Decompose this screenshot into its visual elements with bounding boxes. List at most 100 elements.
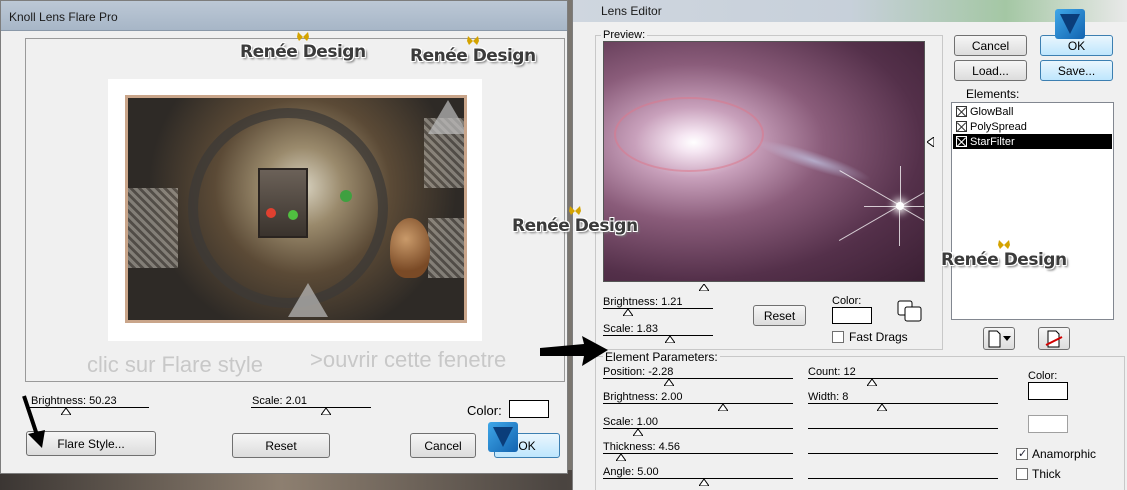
right-window-titlebar[interactable]: Lens Editor (573, 0, 1127, 22)
thick-label: Thick (1032, 467, 1061, 481)
param-scale-track[interactable] (603, 428, 793, 429)
width-track[interactable] (808, 403, 998, 404)
element-label: GlowBall (970, 105, 1014, 118)
delete-element-button[interactable] (1038, 327, 1070, 350)
preview-canvas (108, 79, 482, 341)
position-track[interactable] (603, 378, 793, 379)
thickness-track[interactable] (603, 453, 793, 454)
watermark-text: Renée Design (240, 42, 366, 62)
width-thumb[interactable] (877, 404, 887, 411)
position-label: Position: -2.28 (603, 366, 674, 378)
art-light-red (266, 208, 276, 218)
art-triangle (428, 100, 464, 134)
global-scale-label: Scale: 1.83 (603, 323, 659, 335)
lens-editor-window: Lens Editor Preview: Brightness: 1.21 Sc… (572, 0, 1127, 490)
count-thumb[interactable] (867, 379, 877, 386)
artwork-image (125, 95, 467, 323)
count-track[interactable] (808, 378, 998, 379)
star-ray (900, 171, 924, 207)
save-button[interactable]: Save... (1040, 60, 1113, 81)
global-brightness-track[interactable] (603, 308, 713, 309)
param-brightness-label: Brightness: 2.00 (603, 391, 683, 403)
elements-label: Elements: (966, 87, 1020, 101)
fast-drags-label: Fast Drags (849, 330, 908, 344)
list-item[interactable]: PolySpread (953, 119, 1112, 134)
art-light-green (340, 190, 352, 202)
left-preview-area[interactable] (25, 38, 565, 382)
right-cancel-button[interactable]: Cancel (954, 35, 1027, 56)
left-cancel-button[interactable]: Cancel (410, 433, 476, 458)
left-brightness-thumb[interactable] (61, 408, 71, 415)
butterfly-icon (466, 36, 479, 45)
element-toggle-checkbox[interactable] (956, 136, 967, 147)
right-window-title: Lens Editor (601, 4, 662, 18)
flare-ring (614, 97, 764, 172)
element-label: PolySpread (970, 120, 1027, 133)
angle-thumb[interactable] (699, 479, 709, 486)
global-brightness-thumb[interactable] (623, 309, 633, 316)
fast-drags-checkbox[interactable] (832, 331, 844, 343)
list-item[interactable]: StarFilter (953, 134, 1112, 149)
art-machine (258, 168, 308, 238)
element-label: StarFilter (970, 135, 1015, 148)
left-window-title: Knoll Lens Flare Pro (9, 10, 118, 24)
thick-checkbox[interactable] (1016, 468, 1028, 480)
left-window-titlebar[interactable]: Knoll Lens Flare Pro (1, 1, 567, 31)
star-ray (899, 206, 924, 242)
star-ray (838, 205, 900, 241)
elements-list[interactable]: GlowBall PolySpread StarFilter (951, 102, 1114, 320)
preview-bottom-thumb[interactable] (699, 284, 709, 291)
star-filter-core (896, 202, 904, 210)
thickness-thumb[interactable] (616, 454, 626, 461)
preview-label: Preview: (601, 29, 648, 41)
watermark-logo: Renée Design (512, 206, 638, 236)
arrow-to-flare-style-icon (22, 395, 45, 448)
delete-document-icon (1045, 330, 1063, 347)
art-light-green (288, 210, 298, 220)
left-scale-thumb[interactable] (321, 408, 331, 415)
butterfly-icon (997, 240, 1010, 249)
list-item[interactable]: GlowBall (953, 104, 1112, 119)
param-brightness-track[interactable] (603, 403, 793, 404)
angle-track[interactable] (603, 478, 793, 479)
new-element-menu-button[interactable] (983, 327, 1015, 350)
preview-color-swatch[interactable] (832, 307, 872, 324)
thickness-label: Thickness: 4.56 (603, 441, 681, 453)
star-ray (839, 170, 901, 206)
watermark-text: Renée Design (941, 250, 1067, 270)
v-logo-icon (1055, 9, 1085, 39)
anamorphic-label: Anamorphic (1032, 447, 1097, 461)
preview-side-arrow-icon[interactable] (927, 137, 934, 147)
left-scale-track[interactable] (251, 407, 371, 408)
param-brightness-thumb[interactable] (718, 404, 728, 411)
element-toggle-checkbox[interactable] (956, 106, 967, 117)
instruction-hint-left: clic sur Flare style (87, 352, 264, 377)
left-color-swatch[interactable] (509, 400, 549, 418)
left-reset-button[interactable]: Reset (232, 433, 330, 458)
preview-reset-button[interactable]: Reset (753, 305, 806, 326)
anamorphic-checkbox[interactable] (1016, 447, 1028, 460)
copy-color-icon[interactable] (896, 299, 924, 323)
art-panel (128, 188, 178, 268)
star-ray (899, 206, 900, 246)
empty-param-track (808, 478, 998, 479)
arrow-to-element-parameters-icon (540, 336, 608, 366)
element-toggle-checkbox[interactable] (956, 121, 967, 132)
position-thumb[interactable] (664, 379, 674, 386)
watermark-logo: Renée Design (240, 32, 366, 62)
param-color-swatch-secondary[interactable] (1028, 415, 1068, 433)
new-document-icon (988, 330, 1011, 347)
instruction-hint-right: >ouvrir cette fenetre (310, 347, 507, 372)
butterfly-icon (568, 206, 581, 215)
left-color-label: Color: (467, 403, 502, 418)
param-color-swatch[interactable] (1028, 382, 1068, 400)
param-scale-label: Scale: 1.00 (603, 416, 659, 428)
knoll-lens-flare-window: Knoll Lens Flare Pro Brightness: 50.23 S… (0, 0, 568, 474)
param-scale-thumb[interactable] (633, 429, 643, 436)
load-button[interactable]: Load... (954, 60, 1027, 81)
angle-label: Angle: 5.00 (603, 466, 659, 478)
lens-flare-preview[interactable] (603, 41, 925, 282)
v-logo-icon (488, 422, 518, 452)
global-scale-track[interactable] (603, 335, 713, 336)
global-scale-thumb[interactable] (665, 336, 675, 343)
